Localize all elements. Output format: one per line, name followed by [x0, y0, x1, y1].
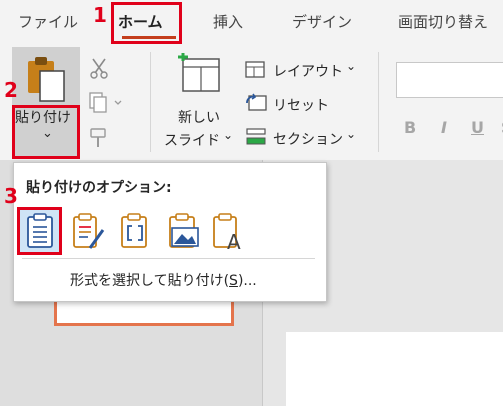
- bold-button[interactable]: B: [404, 118, 416, 137]
- new-slide-chevron-icon[interactable]: ⌄: [223, 128, 233, 142]
- paste-special-menu-item[interactable]: 形式を選択して貼り付け(S)...: [70, 270, 257, 290]
- cut-icon[interactable]: [89, 57, 109, 79]
- ribbon-separator: [150, 52, 151, 152]
- italic-button[interactable]: I: [441, 118, 447, 137]
- tab-design[interactable]: デザイン: [292, 11, 352, 32]
- slide-canvas[interactable]: [286, 332, 503, 406]
- paste-dropdown-highlight-box: [12, 105, 80, 159]
- tab-transitions[interactable]: 画面切り替え: [398, 11, 488, 32]
- text-a-glyph: A: [227, 230, 241, 254]
- reset-button[interactable]: リセット: [273, 95, 329, 115]
- font-name-input[interactable]: [396, 62, 503, 98]
- paste-clipboard-icon: [28, 57, 65, 102]
- paste-options-title: 貼り付けのオプション:: [26, 180, 172, 196]
- use-destination-theme-icon[interactable]: [22, 212, 58, 252]
- new-slide-icon: [178, 53, 220, 92]
- layout-button[interactable]: レイアウト: [273, 61, 343, 81]
- paste-options-separator: [22, 258, 315, 259]
- ribbon-separator: [378, 52, 379, 152]
- keep-source-formatting-icon[interactable]: [70, 212, 106, 252]
- new-slide-label-line1[interactable]: 新しい: [178, 107, 220, 127]
- reset-icon: [246, 93, 267, 111]
- tab-file[interactable]: ファイル: [18, 11, 78, 32]
- paste-special-label-prefix: 形式を選択して貼り付け(: [70, 273, 230, 289]
- paste-as-picture-frame-icon[interactable]: [118, 212, 154, 252]
- format-painter-icon[interactable]: [88, 127, 110, 149]
- step-number-2: 2: [4, 78, 18, 102]
- paste-as-picture-icon[interactable]: [166, 212, 202, 252]
- new-slide-label-line2[interactable]: スライド: [164, 130, 220, 150]
- section-icon: [246, 128, 266, 145]
- copy-icon[interactable]: [88, 92, 124, 113]
- keep-text-only-icon[interactable]: A: [212, 212, 248, 254]
- underline-button[interactable]: U: [471, 118, 484, 137]
- step-number-1: 1: [93, 3, 107, 27]
- paste-special-accelerator: S: [229, 273, 238, 289]
- section-button[interactable]: セクション: [273, 129, 343, 149]
- layout-chevron-icon[interactable]: ⌄: [346, 59, 356, 73]
- layout-icon: [245, 61, 265, 78]
- step-number-3: 3: [4, 184, 18, 208]
- home-tab-highlight-box: [111, 2, 182, 44]
- paste-special-label-suffix: )...: [237, 273, 257, 289]
- tab-insert[interactable]: 挿入: [213, 11, 243, 32]
- section-chevron-icon[interactable]: ⌄: [346, 127, 356, 141]
